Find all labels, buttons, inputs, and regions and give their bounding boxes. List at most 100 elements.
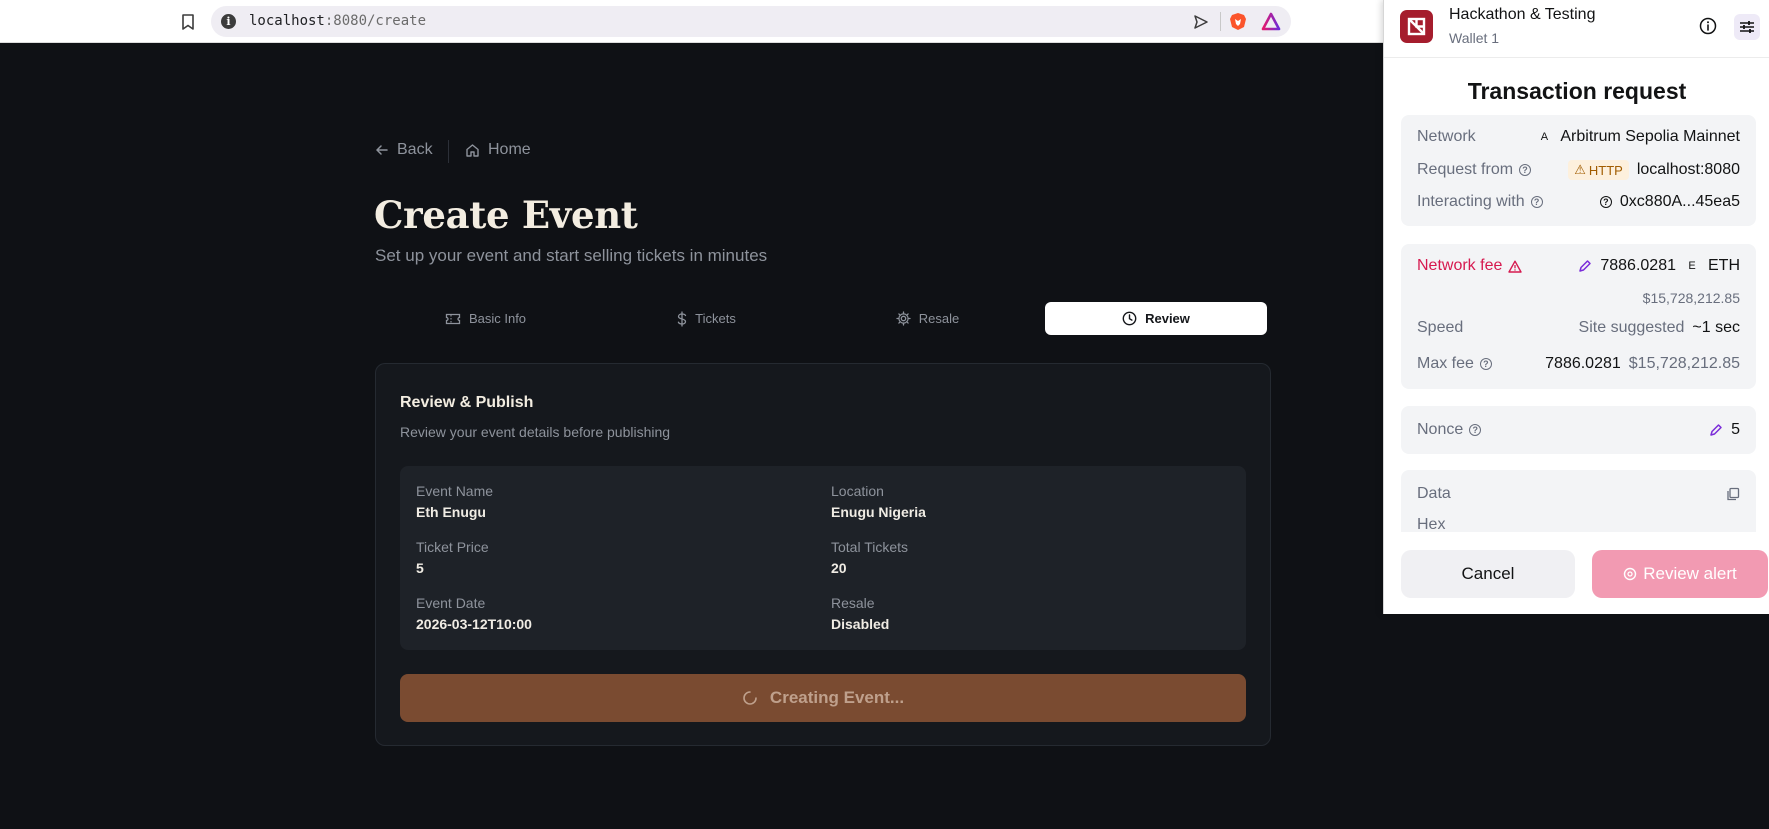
eth-icon: E bbox=[1688, 260, 1696, 272]
field-label: Ticket Price bbox=[416, 539, 489, 555]
help-icon[interactable]: ? bbox=[1479, 358, 1492, 370]
brave-shields-icon[interactable] bbox=[1229, 12, 1247, 31]
field-event-name: Event Name Eth Enugu bbox=[416, 483, 493, 520]
speed-label: Speed bbox=[1417, 319, 1464, 336]
home-link[interactable]: Home bbox=[465, 141, 531, 159]
review-alert-label: Review alert bbox=[1643, 564, 1737, 583]
tab-label: Review bbox=[1145, 311, 1190, 326]
edit-pencil-icon[interactable] bbox=[1578, 259, 1592, 273]
url-text[interactable]: localhost:8080/create bbox=[249, 13, 426, 29]
url-divider bbox=[1220, 12, 1221, 31]
speed-value: ~1 sec bbox=[1692, 319, 1740, 336]
field-value: Disabled bbox=[831, 616, 890, 632]
field-value: 5 bbox=[416, 560, 424, 576]
site-info-icon[interactable]: i bbox=[221, 14, 236, 29]
nav-divider bbox=[448, 140, 449, 163]
edit-pencil-icon[interactable] bbox=[1709, 423, 1723, 437]
back-label: Back bbox=[397, 141, 433, 158]
field-label: Location bbox=[831, 483, 884, 499]
back-link[interactable]: Back bbox=[375, 141, 433, 159]
card-title: Review & Publish bbox=[400, 394, 534, 411]
account-avatar[interactable] bbox=[1400, 10, 1433, 43]
help-icon[interactable]: ? bbox=[1469, 424, 1482, 436]
alert-triangle-icon[interactable] bbox=[1508, 260, 1523, 273]
field-value: Eth Enugu bbox=[416, 504, 486, 520]
account-logo-icon bbox=[1407, 17, 1426, 36]
home-label: Home bbox=[488, 141, 531, 158]
wallet-footer: Cancel Review alert bbox=[1384, 532, 1769, 614]
field-total-tickets: Total Tickets 20 bbox=[831, 539, 908, 576]
network-fee-unit: ETH bbox=[1708, 257, 1740, 274]
field-label: Total Tickets bbox=[831, 539, 909, 555]
step-tabs: Basic Info Tickets Resale Review bbox=[375, 302, 1267, 335]
arbitrum-icon: A bbox=[1540, 131, 1549, 143]
copy-icon[interactable] bbox=[1726, 487, 1740, 501]
home-icon bbox=[466, 143, 479, 157]
field-label: Event Name bbox=[416, 483, 494, 499]
field-label: Event Date bbox=[416, 595, 486, 611]
request-from-row: Request from? ⚠ HTTP localhost:8080 bbox=[1417, 158, 1740, 182]
max-fee-label: Max fee bbox=[1417, 355, 1474, 372]
ticket-icon bbox=[445, 313, 461, 324]
settings-button[interactable] bbox=[1734, 14, 1760, 40]
field-value: 20 bbox=[831, 560, 847, 576]
data-label: Data bbox=[1417, 485, 1451, 502]
help-icon[interactable]: ? bbox=[1530, 196, 1543, 208]
request-from-value: localhost:8080 bbox=[1636, 161, 1740, 178]
nonce-section: Nonce? 5 bbox=[1401, 406, 1756, 454]
brave-rewards-icon[interactable] bbox=[1261, 12, 1281, 31]
field-ticket-price: Ticket Price 5 bbox=[416, 539, 489, 576]
interacting-value[interactable]: 0xc880A...45ea5 bbox=[1620, 193, 1740, 211]
network-fee-label: Network fee bbox=[1417, 257, 1503, 274]
tab-tickets[interactable]: Tickets bbox=[596, 302, 817, 335]
submit-label: Creating Event... bbox=[769, 688, 905, 707]
data-section: Data Hex bbox=[1401, 470, 1756, 533]
tab-resale[interactable]: Resale bbox=[817, 302, 1038, 335]
spinner-icon bbox=[743, 691, 757, 705]
wallet-name: Wallet 1 bbox=[1449, 30, 1500, 46]
wallet-header: Hackathon & Testing Wallet 1 bbox=[1384, 0, 1769, 58]
interacting-row: Interacting with? ? 0xc880A...45ea5 bbox=[1417, 190, 1740, 214]
account-name[interactable]: Hackathon & Testing bbox=[1449, 6, 1595, 24]
tab-label: Resale bbox=[918, 311, 960, 326]
tab-basic-info[interactable]: Basic Info bbox=[375, 302, 596, 335]
unknown-contract-icon: ? bbox=[1599, 196, 1612, 208]
page-subtitle: Set up your event and start selling tick… bbox=[375, 246, 768, 265]
network-fee-value: 7886.0281 bbox=[1600, 257, 1676, 274]
arrow-left-icon bbox=[376, 145, 388, 155]
gear-icon bbox=[896, 311, 911, 326]
field-value: Enugu Nigeria bbox=[831, 504, 926, 520]
help-icon[interactable]: ? bbox=[1519, 164, 1532, 176]
field-location: Location Enugu Nigeria bbox=[831, 483, 926, 520]
cancel-button[interactable]: Cancel bbox=[1401, 550, 1575, 598]
review-card: Review & Publish Review your event detai… bbox=[375, 363, 1271, 746]
bookmark-icon[interactable] bbox=[178, 12, 198, 32]
max-fee-row: Max fee? 7886.0281 $15,728,212.85 bbox=[1417, 352, 1740, 376]
max-fee-value: 7886.0281 bbox=[1545, 355, 1621, 372]
request-details-section: Network A Arbitrum Sepolia Mainnet Reques… bbox=[1401, 115, 1756, 226]
sliders-icon bbox=[1740, 21, 1754, 33]
send-icon[interactable] bbox=[1193, 14, 1209, 30]
warning-icon: ⚠ bbox=[1574, 162, 1586, 177]
speed-source: Site suggested bbox=[1578, 319, 1685, 336]
wallet-popup: Hackathon & Testing Wallet 1 Transaction… bbox=[1383, 0, 1769, 614]
max-fee-fiat: $15,728,212.85 bbox=[1628, 355, 1740, 372]
fee-section: Network fee 7886.0281 E ETH $15,728,212.85… bbox=[1401, 244, 1756, 389]
network-label: Network bbox=[1417, 128, 1476, 145]
create-event-button[interactable]: Creating Event... bbox=[400, 674, 1246, 722]
field-resale: Resale Disabled bbox=[831, 595, 889, 632]
url-path: :8080/create bbox=[324, 13, 427, 29]
nonce-row: Nonce? 5 bbox=[1417, 418, 1740, 442]
tab-label: Basic Info bbox=[468, 311, 527, 326]
address-bar[interactable]: i localhost:8080/create bbox=[211, 6, 1291, 37]
http-badge-label: HTTP bbox=[1588, 162, 1623, 178]
field-value: 2026-03-12T10:00 bbox=[416, 616, 532, 632]
http-warning-badge: ⚠ HTTP bbox=[1568, 160, 1629, 180]
info-icon[interactable] bbox=[1698, 16, 1718, 36]
event-details: Event Name Eth Enugu Location Enugu Nige… bbox=[400, 466, 1246, 650]
tab-label: Tickets bbox=[695, 311, 736, 326]
url-host: localhost bbox=[249, 13, 325, 29]
review-alert-button[interactable]: Review alert bbox=[1592, 550, 1768, 598]
tab-review[interactable]: Review bbox=[1045, 302, 1267, 335]
shield-alert-icon bbox=[1624, 567, 1637, 581]
